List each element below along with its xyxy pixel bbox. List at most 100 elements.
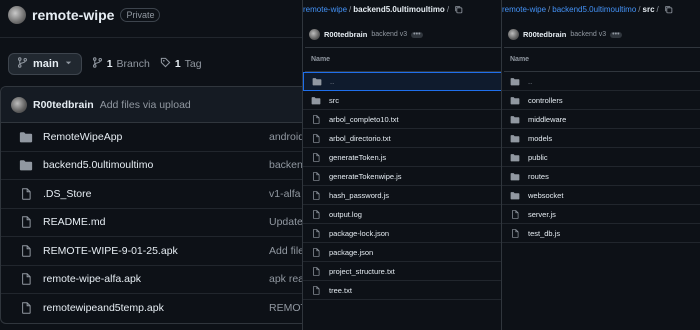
commit-author[interactable]: R00tedbrain	[324, 30, 367, 39]
file-name-link[interactable]: project_structure.txt	[329, 267, 395, 276]
file-name-link[interactable]: tree.txt	[329, 286, 352, 295]
repo-name[interactable]: remote-wipe	[32, 7, 114, 23]
file-row[interactable]: .DS_Store v1-alfa	[1, 180, 302, 209]
file-row[interactable]: output.log	[303, 205, 501, 224]
folder-icon	[311, 96, 321, 105]
file-icon	[19, 302, 33, 314]
breadcrumb-repo-link[interactable]: remote-wipe	[502, 5, 546, 14]
commit-author[interactable]: R00tedbrain	[33, 99, 94, 111]
file-commit-message[interactable]: backen	[269, 159, 302, 171]
file-row[interactable]: tree.txt	[303, 281, 501, 300]
branches-link[interactable]: 1 Branch	[92, 57, 150, 71]
file-commit-message[interactable]: android	[269, 131, 302, 143]
file-row[interactable]: remotewipeand5temp.apkREMOT	[1, 294, 302, 323]
file-row[interactable]: REMOTE-WIPE-9-01-25.apk Add file	[1, 237, 302, 266]
avatar[interactable]	[309, 29, 320, 40]
parent-directory-row[interactable]: ..	[502, 72, 700, 91]
breadcrumb-backend-link[interactable]: backend5.0ultimoultimo	[552, 5, 636, 14]
file-name-link[interactable]: controllers	[528, 96, 563, 105]
file-name-link[interactable]: output.log	[329, 210, 362, 219]
git-branch-icon	[17, 57, 28, 71]
file-row[interactable]: RemoteWipeApp android	[1, 123, 302, 152]
file-name-link[interactable]: backend5.0ultimoultimo	[43, 159, 273, 171]
commit-details-button[interactable]: •••	[411, 31, 423, 38]
file-row[interactable]: public	[502, 148, 700, 167]
copy-icon[interactable]	[454, 5, 463, 14]
file-row[interactable]: backend5.0ultimoultimo backen	[1, 152, 302, 180]
file-name-link[interactable]: arbol_directorio.txt	[329, 134, 391, 143]
file-name-link[interactable]: websocket	[528, 191, 563, 200]
file-row[interactable]: models	[502, 129, 700, 148]
file-name-link[interactable]: generateToken.js	[329, 153, 386, 162]
file-name-link[interactable]: middleware	[528, 115, 566, 124]
avatar[interactable]	[11, 96, 27, 113]
commit-message[interactable]: backend v3	[570, 31, 606, 38]
file-row[interactable]: generateTokenwipe.js	[303, 167, 501, 186]
file-name-link[interactable]: routes	[528, 172, 549, 181]
file-commit-message[interactable]: Update	[269, 216, 302, 228]
branches-label: Branch	[116, 58, 150, 70]
breadcrumb-repo-link[interactable]: remote-wipe	[303, 5, 347, 14]
commit-message[interactable]: Add files via upload	[100, 99, 191, 111]
file-name-link[interactable]: src	[329, 96, 339, 105]
file-row[interactable]: README.md Update	[1, 209, 302, 237]
file-row[interactable]: project_structure.txt	[303, 262, 501, 281]
file-name-link[interactable]: hash_password.js	[329, 191, 389, 200]
file-row[interactable]: middleware	[502, 110, 700, 129]
owner-avatar[interactable]	[8, 6, 26, 24]
file-list: RemoteWipeApp android backend5.0ultimoulti…	[1, 123, 302, 323]
folder-icon	[510, 77, 520, 86]
file-row[interactable]: server.js	[502, 205, 700, 224]
avatar[interactable]	[508, 29, 519, 40]
file-row[interactable]: src	[303, 91, 501, 110]
column-header-name: Name	[504, 48, 700, 72]
file-name-link[interactable]: RemoteWipeApp	[43, 131, 273, 143]
file-row[interactable]: test_db.js	[502, 224, 700, 243]
file-row[interactable]: arbol_completo10.txt	[303, 110, 501, 129]
file-name-link[interactable]: server.js	[528, 210, 556, 219]
commit-message[interactable]: backend v3	[371, 31, 407, 38]
file-icon	[311, 247, 321, 257]
copy-icon[interactable]	[664, 5, 673, 14]
file-icon	[19, 188, 33, 200]
parent-directory-row[interactable]: ..	[303, 72, 501, 91]
file-row[interactable]: websocket	[502, 186, 700, 205]
file-row[interactable]: remote-wipe-alfa.apk apk rea	[1, 266, 302, 294]
commit-details-button[interactable]: •••	[610, 31, 622, 38]
file-name-link[interactable]: remote-wipe-alfa.apk	[43, 273, 273, 285]
file-name-link[interactable]: models	[528, 134, 552, 143]
branch-selector-button[interactable]: main	[8, 53, 82, 75]
file-name-link[interactable]: package.json	[329, 248, 373, 257]
file-icon	[311, 133, 321, 143]
file-row[interactable]: arbol_directorio.txt	[303, 129, 501, 148]
file-commit-message[interactable]: apk rea	[269, 273, 302, 285]
file-name-link[interactable]: remotewipeand5temp.apk	[43, 302, 273, 314]
breadcrumb-trailing-slash: /	[656, 4, 659, 14]
file-name-link[interactable]: README.md	[43, 216, 273, 228]
file-commit-message[interactable]: Add file	[269, 245, 302, 257]
file-row[interactable]: package-lock.json	[303, 224, 501, 243]
folder-icon	[19, 159, 33, 171]
file-row[interactable]: hash_password.js	[303, 186, 501, 205]
file-name-link[interactable]: .DS_Store	[43, 188, 273, 200]
commit-author[interactable]: R00tedbrain	[523, 30, 566, 39]
file-row[interactable]: generateToken.js	[303, 148, 501, 167]
file-icon	[510, 209, 520, 219]
file-row[interactable]: package.json	[303, 243, 501, 262]
file-name-link[interactable]: package-lock.json	[329, 229, 389, 238]
file-name-link[interactable]: ..	[330, 77, 334, 86]
file-commit-message[interactable]: REMOT	[269, 302, 302, 314]
file-name-link[interactable]: REMOTE-WIPE-9-01-25.apk	[43, 245, 273, 257]
file-name-link[interactable]: test_db.js	[528, 229, 560, 238]
file-name-link[interactable]: generateTokenwipe.js	[329, 172, 402, 181]
file-commit-message[interactable]: v1-alfa	[269, 188, 301, 200]
file-name-link[interactable]: arbol_completo10.txt	[329, 115, 399, 124]
tags-link[interactable]: 1 Tag	[160, 57, 202, 71]
file-row[interactable]: routes	[502, 167, 700, 186]
file-name-link[interactable]: ..	[528, 77, 532, 86]
file-icon	[19, 216, 33, 228]
file-row[interactable]: controllers	[502, 91, 700, 110]
file-name-link[interactable]: public	[528, 153, 548, 162]
file-list: .. controllers middleware models public route…	[502, 72, 700, 243]
branch-toolbar: main 1 Branch 1 Tag	[8, 52, 302, 76]
